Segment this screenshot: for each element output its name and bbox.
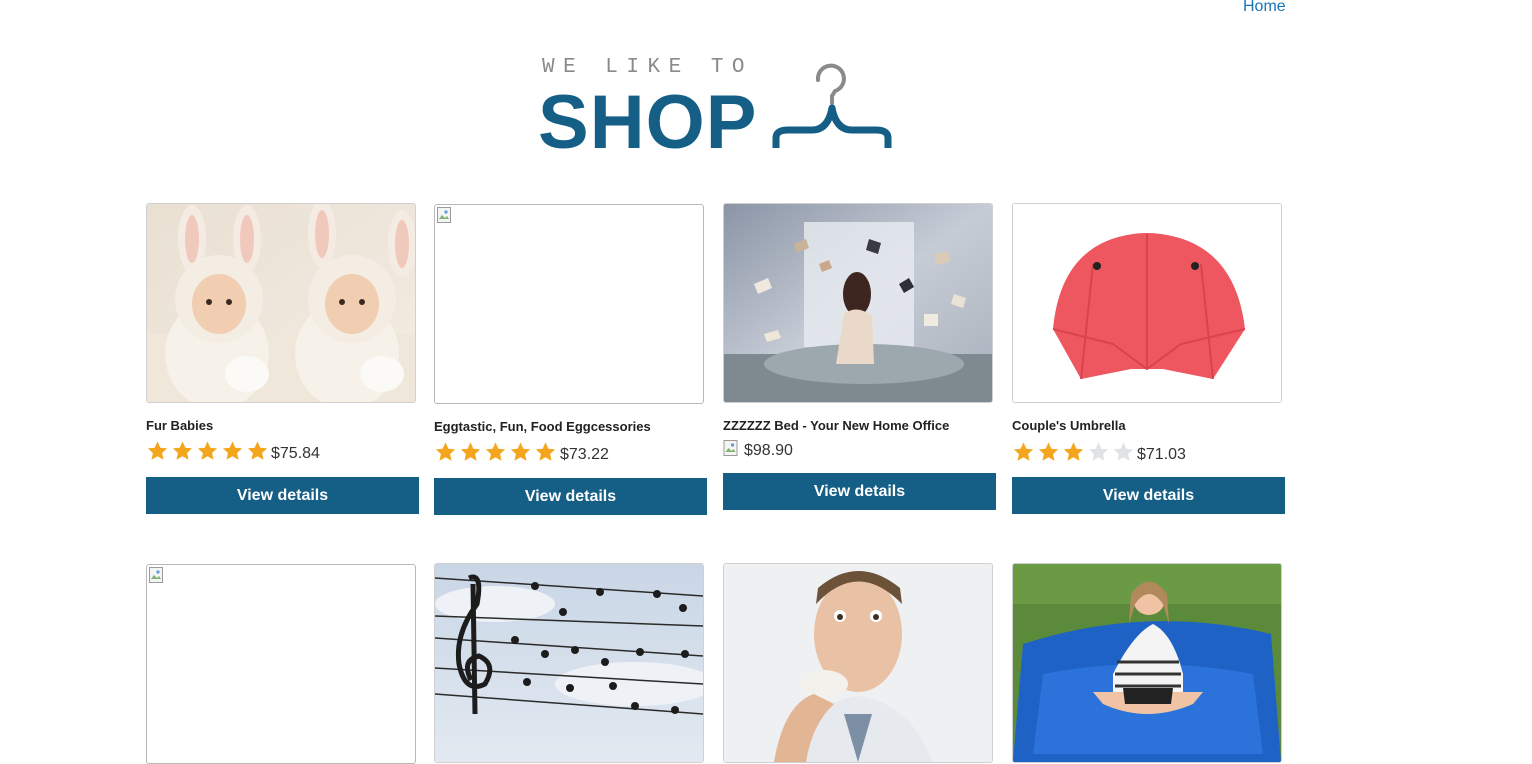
broken-image-icon (723, 440, 738, 456)
product-image-broken[interactable] (146, 564, 416, 764)
product-image-man-eating[interactable] (723, 563, 993, 763)
product-title: Fur Babies (146, 418, 214, 433)
broken-image-icon (149, 567, 163, 583)
star-filled-icon (435, 442, 456, 461)
star-filled-icon (172, 441, 193, 460)
product-title: Couple's Umbrella (1012, 418, 1126, 433)
hanger-icon (772, 63, 892, 148)
star-filled-icon (1063, 442, 1084, 461)
product-rating (146, 440, 271, 462)
star-empty-icon (1088, 442, 1109, 461)
star-filled-icon (147, 441, 168, 460)
star-filled-icon (535, 442, 556, 461)
star-filled-icon (485, 442, 506, 461)
product-price: $71.03 (1137, 446, 1186, 463)
product-rating (434, 441, 559, 463)
view-details-button[interactable]: View details (1012, 477, 1285, 514)
product-title: ZZZZZZ Bed - Your New Home Office (723, 418, 950, 433)
view-details-button[interactable]: View details (434, 478, 707, 515)
product-image-bean-bag[interactable] (1012, 563, 1282, 763)
logo-brand: SHOP (538, 80, 758, 165)
star-empty-icon (1113, 442, 1134, 461)
view-details-button[interactable]: View details (146, 477, 419, 514)
nav-home-link[interactable]: Home (1243, 0, 1286, 16)
star-filled-icon (247, 441, 268, 460)
product-price: $75.84 (271, 445, 320, 462)
star-filled-icon (460, 442, 481, 461)
site-logo[interactable]: WE LIKE TO SHOP (538, 56, 898, 165)
product-title: Eggtastic, Fun, Food Eggcessories (434, 419, 651, 434)
product-price: $98.90 (744, 442, 793, 459)
product-image-bed-office[interactable] (723, 203, 993, 403)
product-image-broken[interactable] (434, 204, 704, 404)
broken-image-icon (437, 207, 451, 223)
star-filled-icon (1013, 442, 1034, 461)
product-rating (1012, 441, 1137, 463)
view-details-button[interactable]: View details (723, 473, 996, 510)
star-filled-icon (222, 441, 243, 460)
star-filled-icon (510, 442, 531, 461)
product-image-umbrella[interactable] (1012, 203, 1282, 403)
star-filled-icon (197, 441, 218, 460)
product-image-music-birds[interactable] (434, 563, 704, 763)
logo-tagline: WE LIKE TO (542, 56, 754, 79)
star-filled-icon (1038, 442, 1059, 461)
product-image-fur-babies[interactable] (146, 203, 416, 403)
product-price: $73.22 (560, 446, 609, 463)
